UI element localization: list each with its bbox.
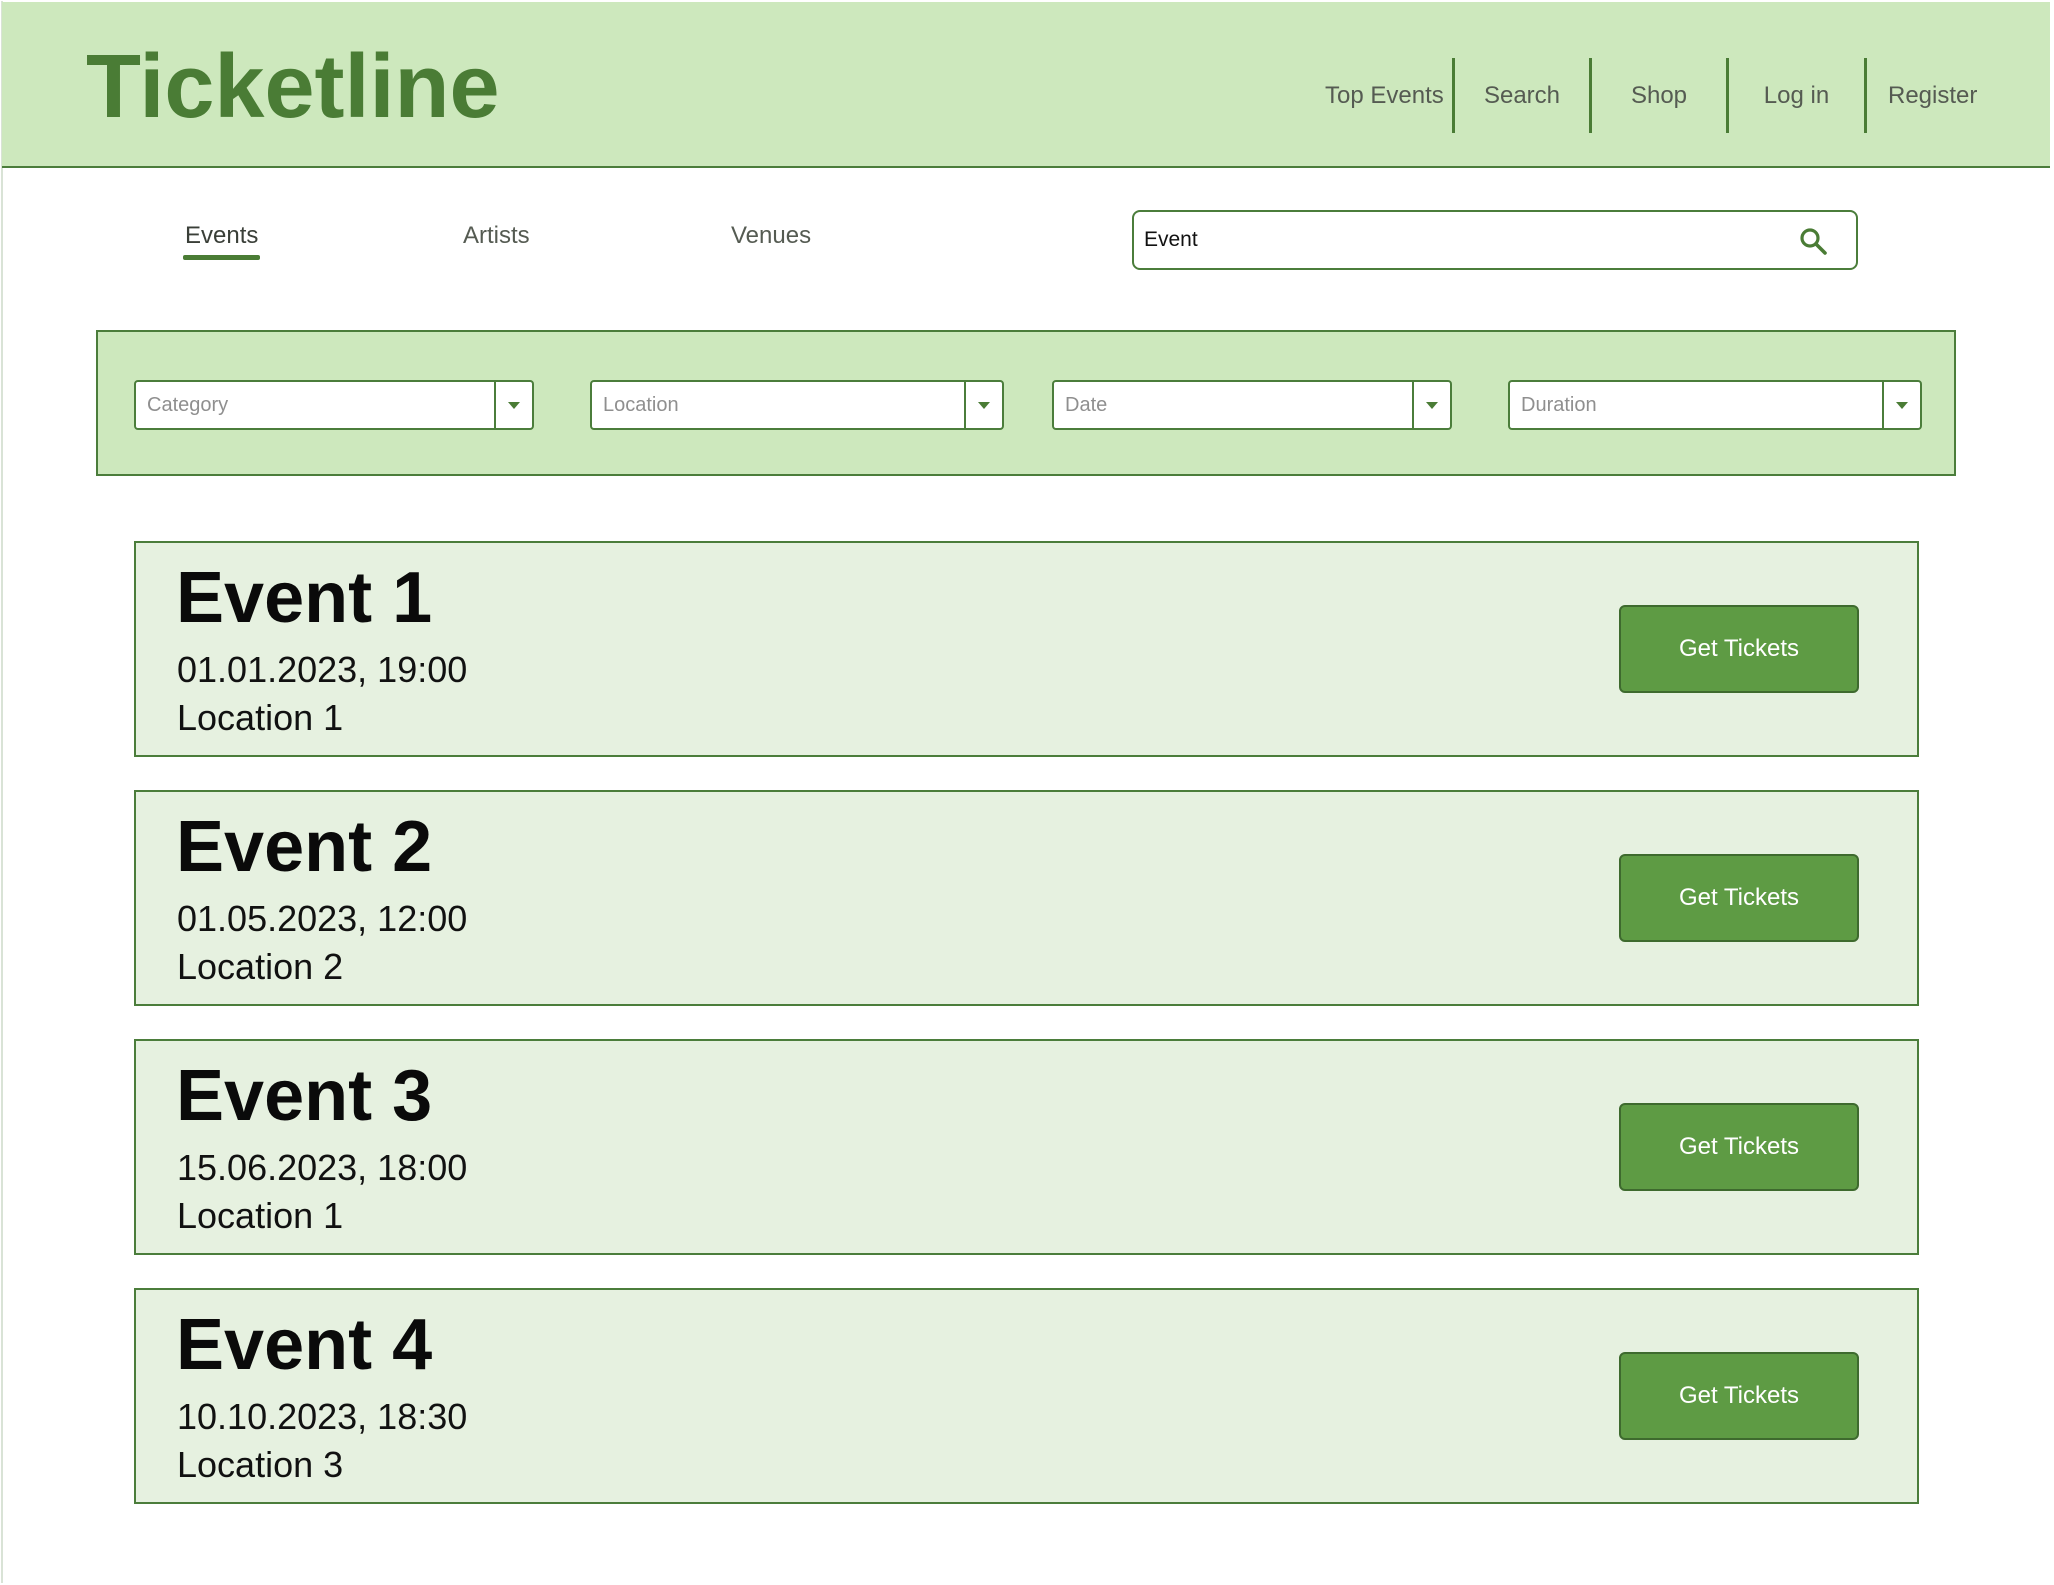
date-dropdown-toggle[interactable]: [1412, 382, 1450, 428]
location-dropdown-toggle[interactable]: [964, 382, 1002, 428]
header: Ticketline Top Events Search Shop Log in…: [2, 2, 2050, 168]
chevron-down-icon: [508, 401, 520, 409]
duration-placeholder: Duration: [1521, 394, 1597, 416]
location-select[interactable]: Location: [590, 380, 1004, 430]
nav-search[interactable]: Search: [1455, 58, 1589, 133]
event-location: Location 3: [177, 1444, 344, 1485]
nav-shop[interactable]: Shop: [1592, 58, 1726, 133]
event-card: Event 1 01.01.2023, 19:00 Location 1 Get…: [134, 541, 1919, 757]
duration-select[interactable]: Duration: [1508, 380, 1922, 430]
event-title: Event 4: [176, 1305, 433, 1385]
event-datetime: 01.01.2023, 19:00: [177, 649, 468, 690]
event-card: Event 2 01.05.2023, 12:00 Location 2 Get…: [134, 790, 1919, 1006]
filters-bar: Category Location Date Duration: [96, 330, 1956, 476]
category-placeholder: Category: [147, 394, 229, 416]
search-icon[interactable]: [1798, 226, 1828, 256]
logo[interactable]: Ticketline: [86, 42, 500, 132]
category-select[interactable]: Category: [134, 380, 534, 430]
event-title: Event 1: [176, 558, 433, 638]
top-nav: Top Events Search Shop Log in Register: [1312, 58, 1999, 133]
search-box: [1132, 210, 1858, 270]
event-title: Event 2: [176, 807, 433, 887]
duration-dropdown-toggle[interactable]: [1882, 382, 1920, 428]
event-location: Location 1: [177, 1195, 344, 1236]
search-input[interactable]: [1144, 222, 1764, 258]
event-card: Event 4 10.10.2023, 18:30 Location 3 Get…: [134, 1288, 1919, 1504]
get-tickets-button[interactable]: Get Tickets: [1619, 1103, 1859, 1191]
tab-artists[interactable]: Artists: [463, 222, 530, 250]
get-tickets-button[interactable]: Get Tickets: [1619, 605, 1859, 693]
tab-events[interactable]: Events: [182, 222, 261, 260]
event-card: Event 3 15.06.2023, 18:00 Location 1 Get…: [134, 1039, 1919, 1255]
chevron-down-icon: [1896, 401, 1908, 409]
date-placeholder: Date: [1065, 394, 1108, 416]
get-tickets-button[interactable]: Get Tickets: [1619, 1352, 1859, 1440]
event-datetime: 01.05.2023, 12:00: [177, 898, 468, 939]
location-placeholder: Location: [603, 394, 679, 416]
get-tickets-button[interactable]: Get Tickets: [1619, 854, 1859, 942]
chevron-down-icon: [978, 401, 990, 409]
event-location: Location 1: [177, 697, 344, 738]
tab-venues[interactable]: Venues: [731, 222, 811, 250]
event-datetime: 10.10.2023, 18:30: [177, 1396, 468, 1437]
category-dropdown-toggle[interactable]: [494, 382, 532, 428]
chevron-down-icon: [1426, 401, 1438, 409]
event-location: Location 2: [177, 946, 344, 987]
nav-register[interactable]: Register: [1867, 58, 1999, 133]
date-select[interactable]: Date: [1052, 380, 1452, 430]
event-datetime: 15.06.2023, 18:00: [177, 1147, 468, 1188]
nav-log-in[interactable]: Log in: [1729, 58, 1864, 133]
event-title: Event 3: [176, 1056, 433, 1136]
nav-top-events[interactable]: Top Events: [1312, 58, 1452, 133]
